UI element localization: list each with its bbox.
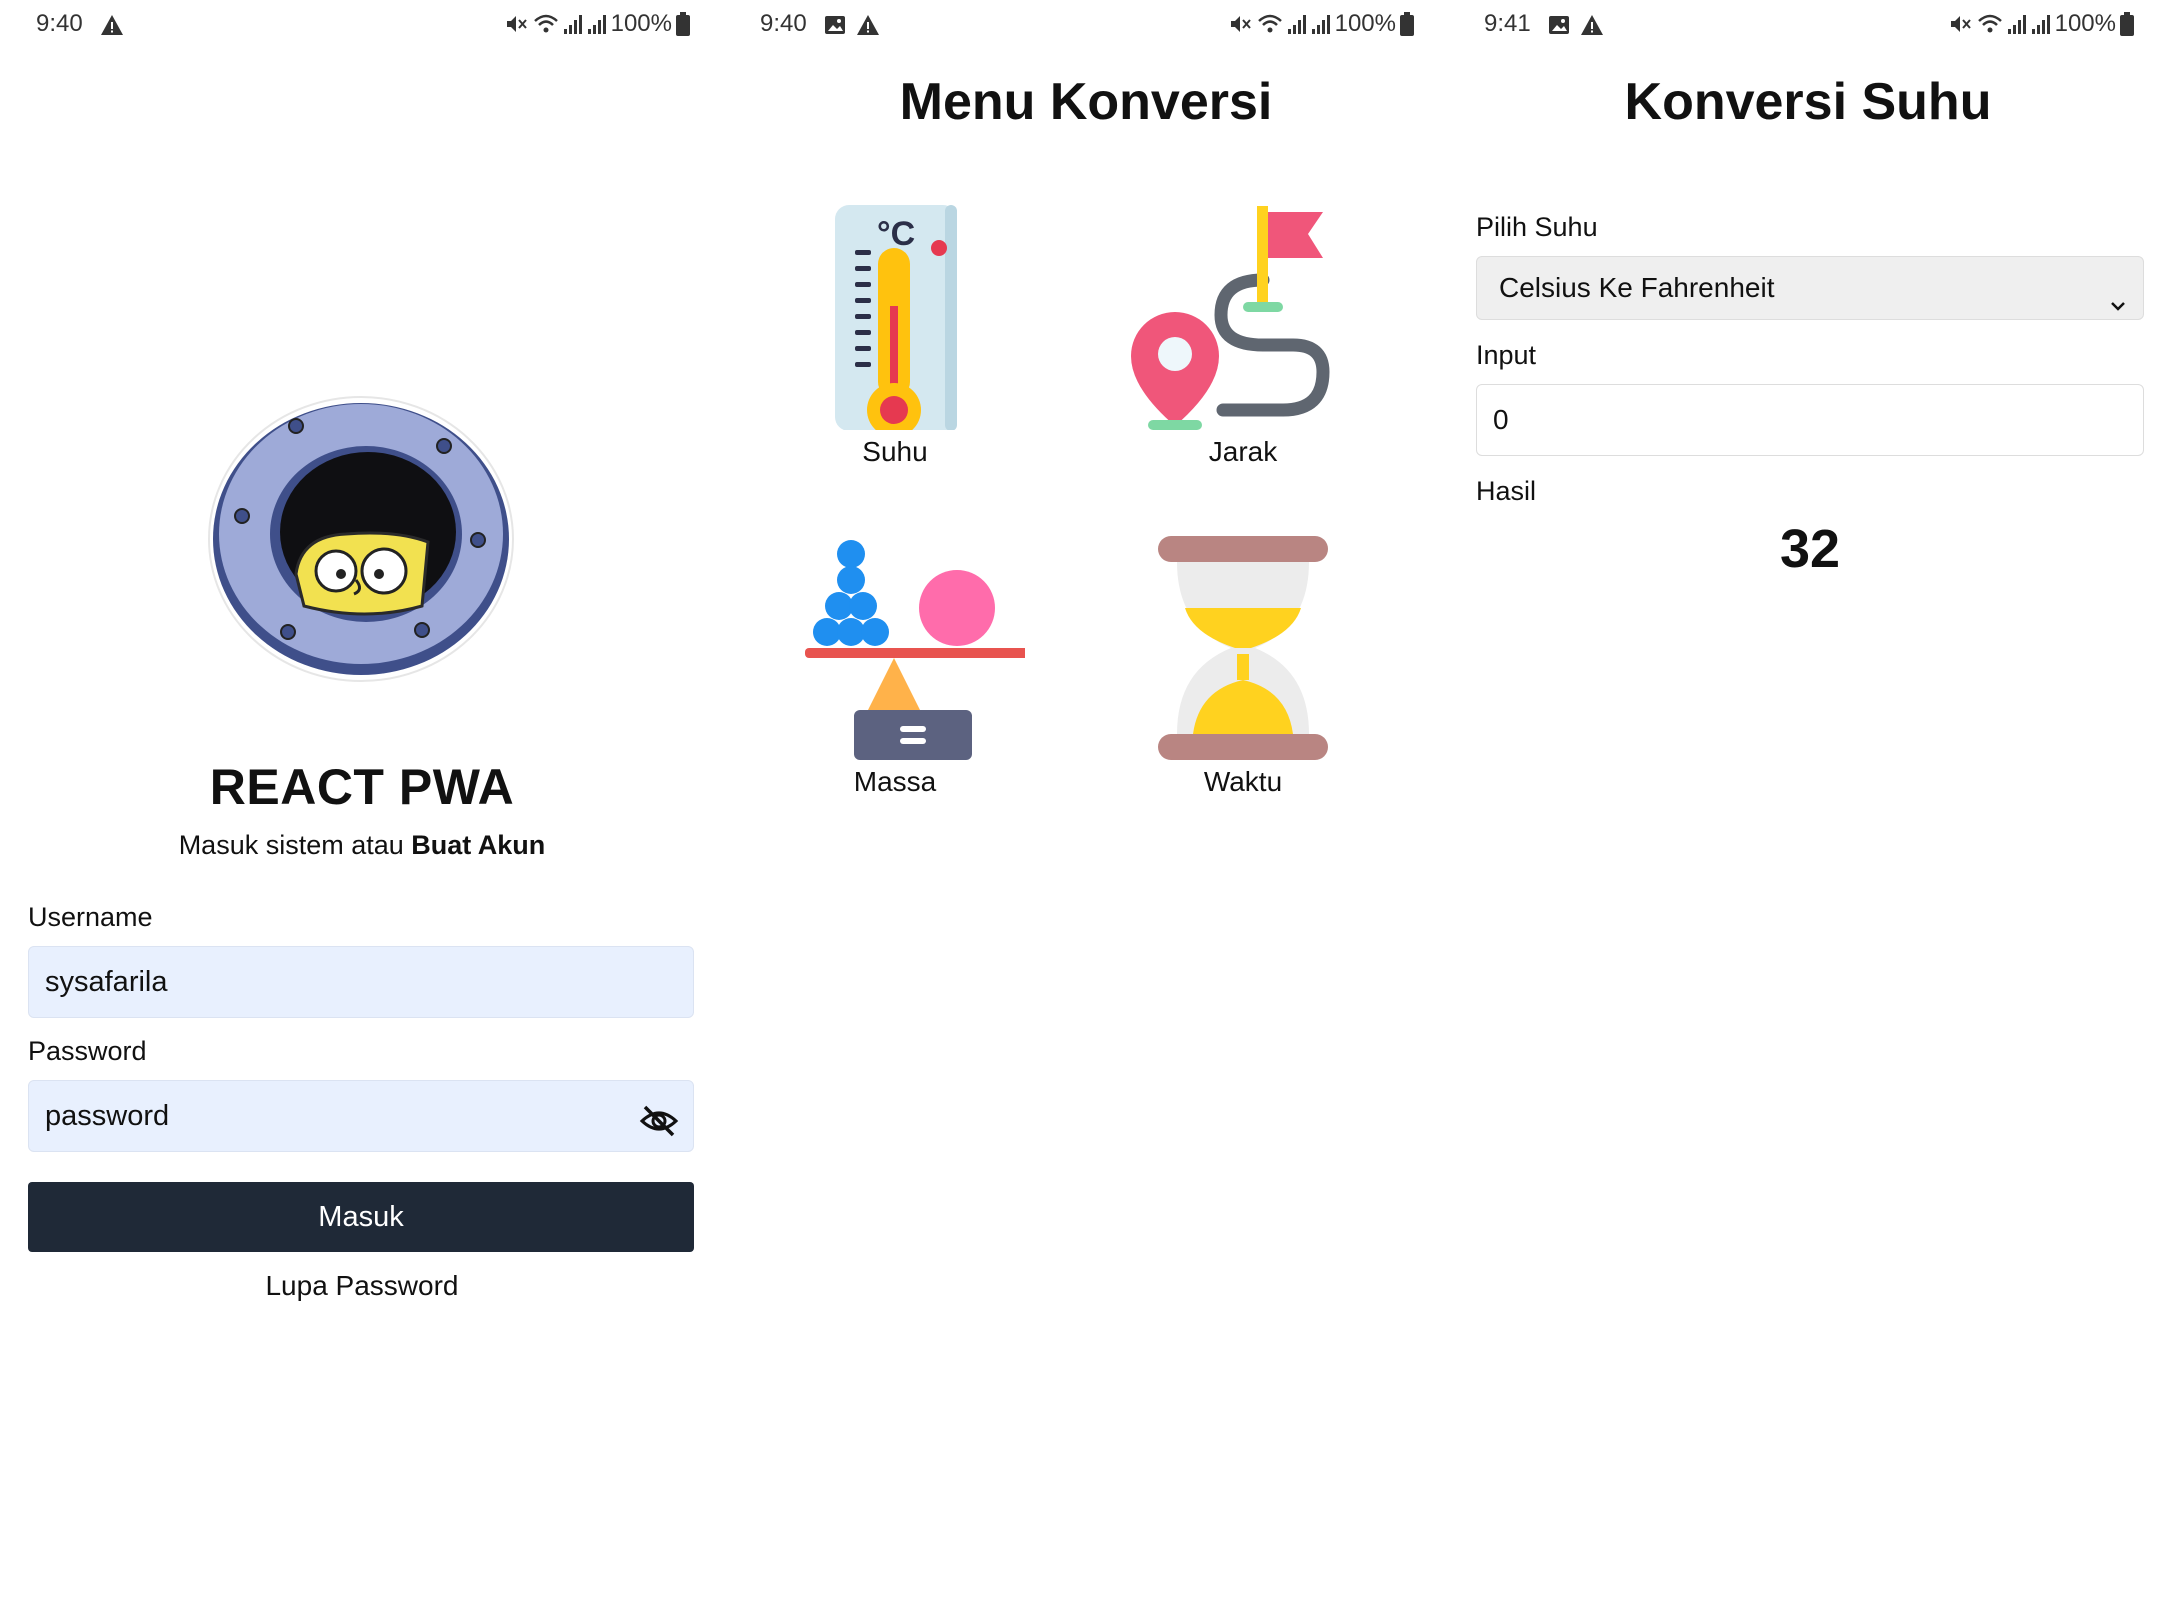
temperature-input[interactable]: 0 [1476,384,2144,456]
menu-title: Menu Konversi [899,73,1273,131]
wifi-icon [1257,13,1283,35]
warning-icon [100,14,124,36]
login-screen: 9:40 100% REACT PWA Masuk sistem atau Bu… [0,0,724,1600]
hourglass-icon [1113,530,1373,760]
login-subtitle: Masuk sistem atau Buat Akun [0,830,724,861]
signal-icon [563,13,583,35]
status-bar: 9:41 100% [1448,8,2168,44]
spongebob-logo-icon [196,384,526,694]
input-value: 0 [1493,404,1509,435]
konversi-title: Konversi Suhu [1624,73,1992,131]
password-value: password [45,1100,170,1132]
mute-icon [505,13,529,35]
konversi-suhu-screen: 9:41 100% Konversi Suhu Pilih Suhu Celsi… [1448,0,2168,1600]
password-field[interactable]: password [28,1080,694,1152]
select-value: Celsius Ke Fahrenheit [1499,272,1775,303]
select-label: Pilih Suhu [1476,212,1598,242]
result-value: 32 [1779,519,1841,579]
subtitle-text: Masuk sistem atau [178,830,404,860]
signal-icon-2 [1311,13,1331,35]
battery-icon [2120,12,2134,36]
battery-percent: 100% [610,10,672,37]
result-label: Hasil [1476,476,1537,506]
menu-item-jarak[interactable]: Jarak [1113,200,1373,540]
battery-percent: 100% [2054,10,2116,37]
image-icon [824,14,846,36]
thermometer-unit-text: °C [877,215,915,253]
battery-icon [1400,12,1414,36]
signal-icon-2 [2031,13,2051,35]
menu-item-label: Jarak [1208,436,1278,467]
menu-item-label: Suhu [862,436,928,467]
mute-icon [1229,13,1253,35]
menu-item-suhu[interactable]: °C Suhu [765,200,1025,540]
create-account-link[interactable]: Buat Akun [411,830,545,860]
warning-icon [856,14,880,36]
balance-scale-icon [765,530,1031,760]
eye-slash-icon[interactable] [639,1097,679,1137]
password-label: Password [28,1036,147,1066]
menu-item-label: Massa [853,766,937,797]
username-field[interactable]: sysafarila [28,946,694,1018]
chevron-down-icon [2107,277,2129,311]
battery-icon [676,12,690,36]
input-label: Input [1476,340,1537,370]
signal-icon [2007,13,2027,35]
status-bar: 9:40 100% [0,8,724,44]
wifi-icon [533,13,559,35]
forgot-password-link[interactable]: Lupa Password [0,1270,724,1302]
status-bar: 9:40 100% [724,8,1448,44]
wifi-icon [1977,13,2003,35]
menu-screen: 9:40 100% Menu Konversi °C Suhu Jarak Ma… [724,0,1448,1600]
mute-icon [1949,13,1973,35]
menu-item-label: Waktu [1203,766,1283,797]
image-icon [1548,14,1570,36]
route-icon [1113,200,1373,430]
menu-item-waktu[interactable]: Waktu [1113,530,1373,870]
thermometer-icon: °C [765,200,1025,437]
status-time: 9:41 [1484,10,1531,37]
status-time: 9:40 [36,10,83,37]
conversion-select[interactable]: Celsius Ke Fahrenheit [1476,256,2144,320]
app-title: REACT PWA [209,759,515,815]
username-label: Username [28,902,153,932]
battery-percent: 100% [1334,10,1396,37]
signal-icon-2 [587,13,607,35]
signal-icon [1287,13,1307,35]
login-button[interactable]: Masuk [28,1182,694,1252]
status-time: 9:40 [760,10,807,37]
warning-icon [1580,14,1604,36]
username-value: sysafarila [45,966,168,998]
menu-item-massa[interactable]: Massa [765,530,1031,870]
